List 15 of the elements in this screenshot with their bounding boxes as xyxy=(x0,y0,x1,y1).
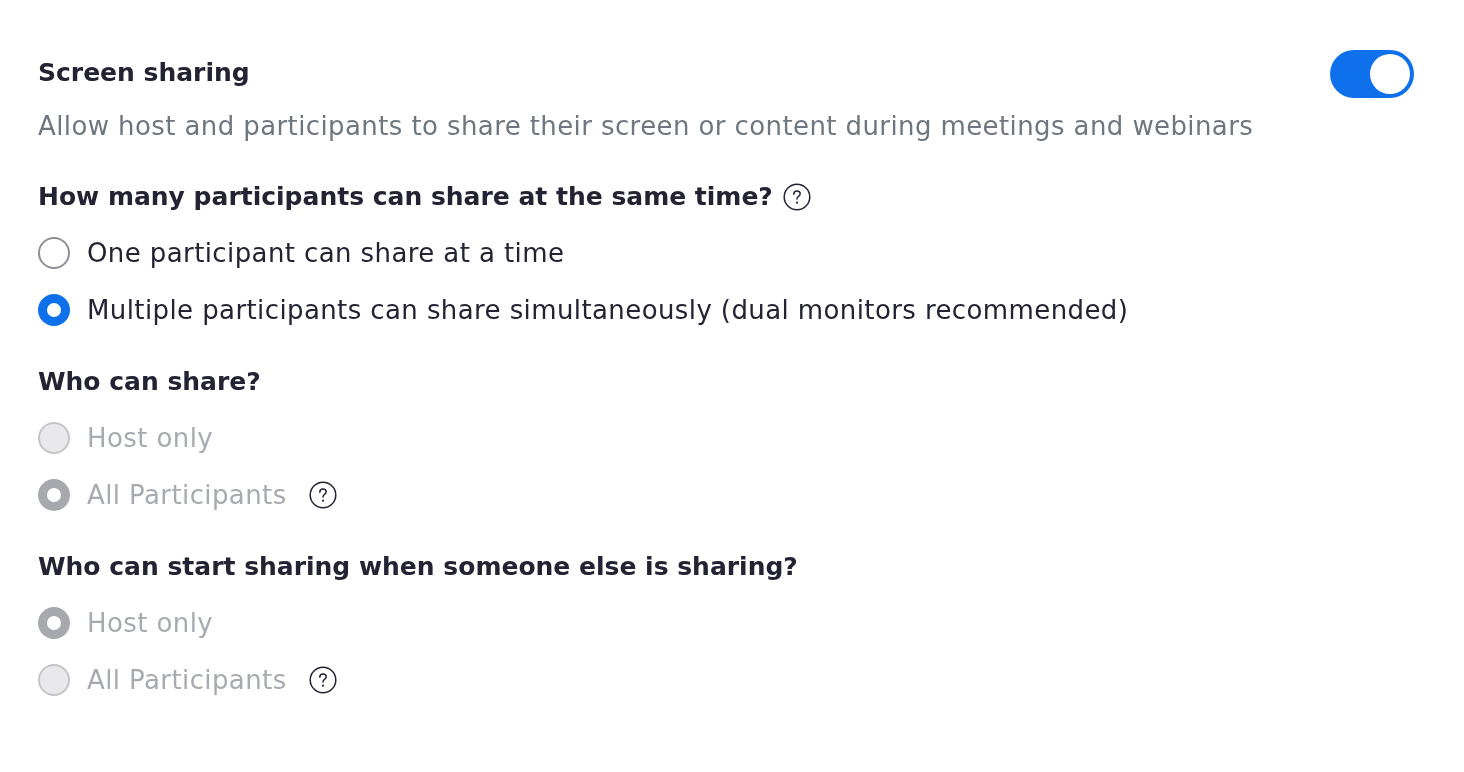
option-label: All Participants xyxy=(87,479,287,511)
question-heading: Who can start sharing when someone else is sharing? xyxy=(38,551,798,583)
help-icon[interactable] xyxy=(782,183,811,211)
option-label: One participant can share at a time xyxy=(87,237,565,269)
setting-description: Allow host and participants to share their screen or content during meetings and webinars xyxy=(38,110,1254,142)
option-label: Host only xyxy=(87,607,214,639)
option-label: Host only xyxy=(87,422,214,454)
radio-button[interactable] xyxy=(38,294,70,326)
question-heading: Who can share? xyxy=(38,366,261,398)
toggle-switch[interactable] xyxy=(1330,50,1414,98)
setting-title: Screen sharing xyxy=(38,58,251,88)
option-label: All Participants xyxy=(87,664,287,696)
question-heading: How many participants can share at the same time? xyxy=(38,181,773,213)
radio-button[interactable] xyxy=(38,237,70,269)
option-label: Multiple participants can share simultaneously (dual monitors recommended) xyxy=(87,294,1129,326)
